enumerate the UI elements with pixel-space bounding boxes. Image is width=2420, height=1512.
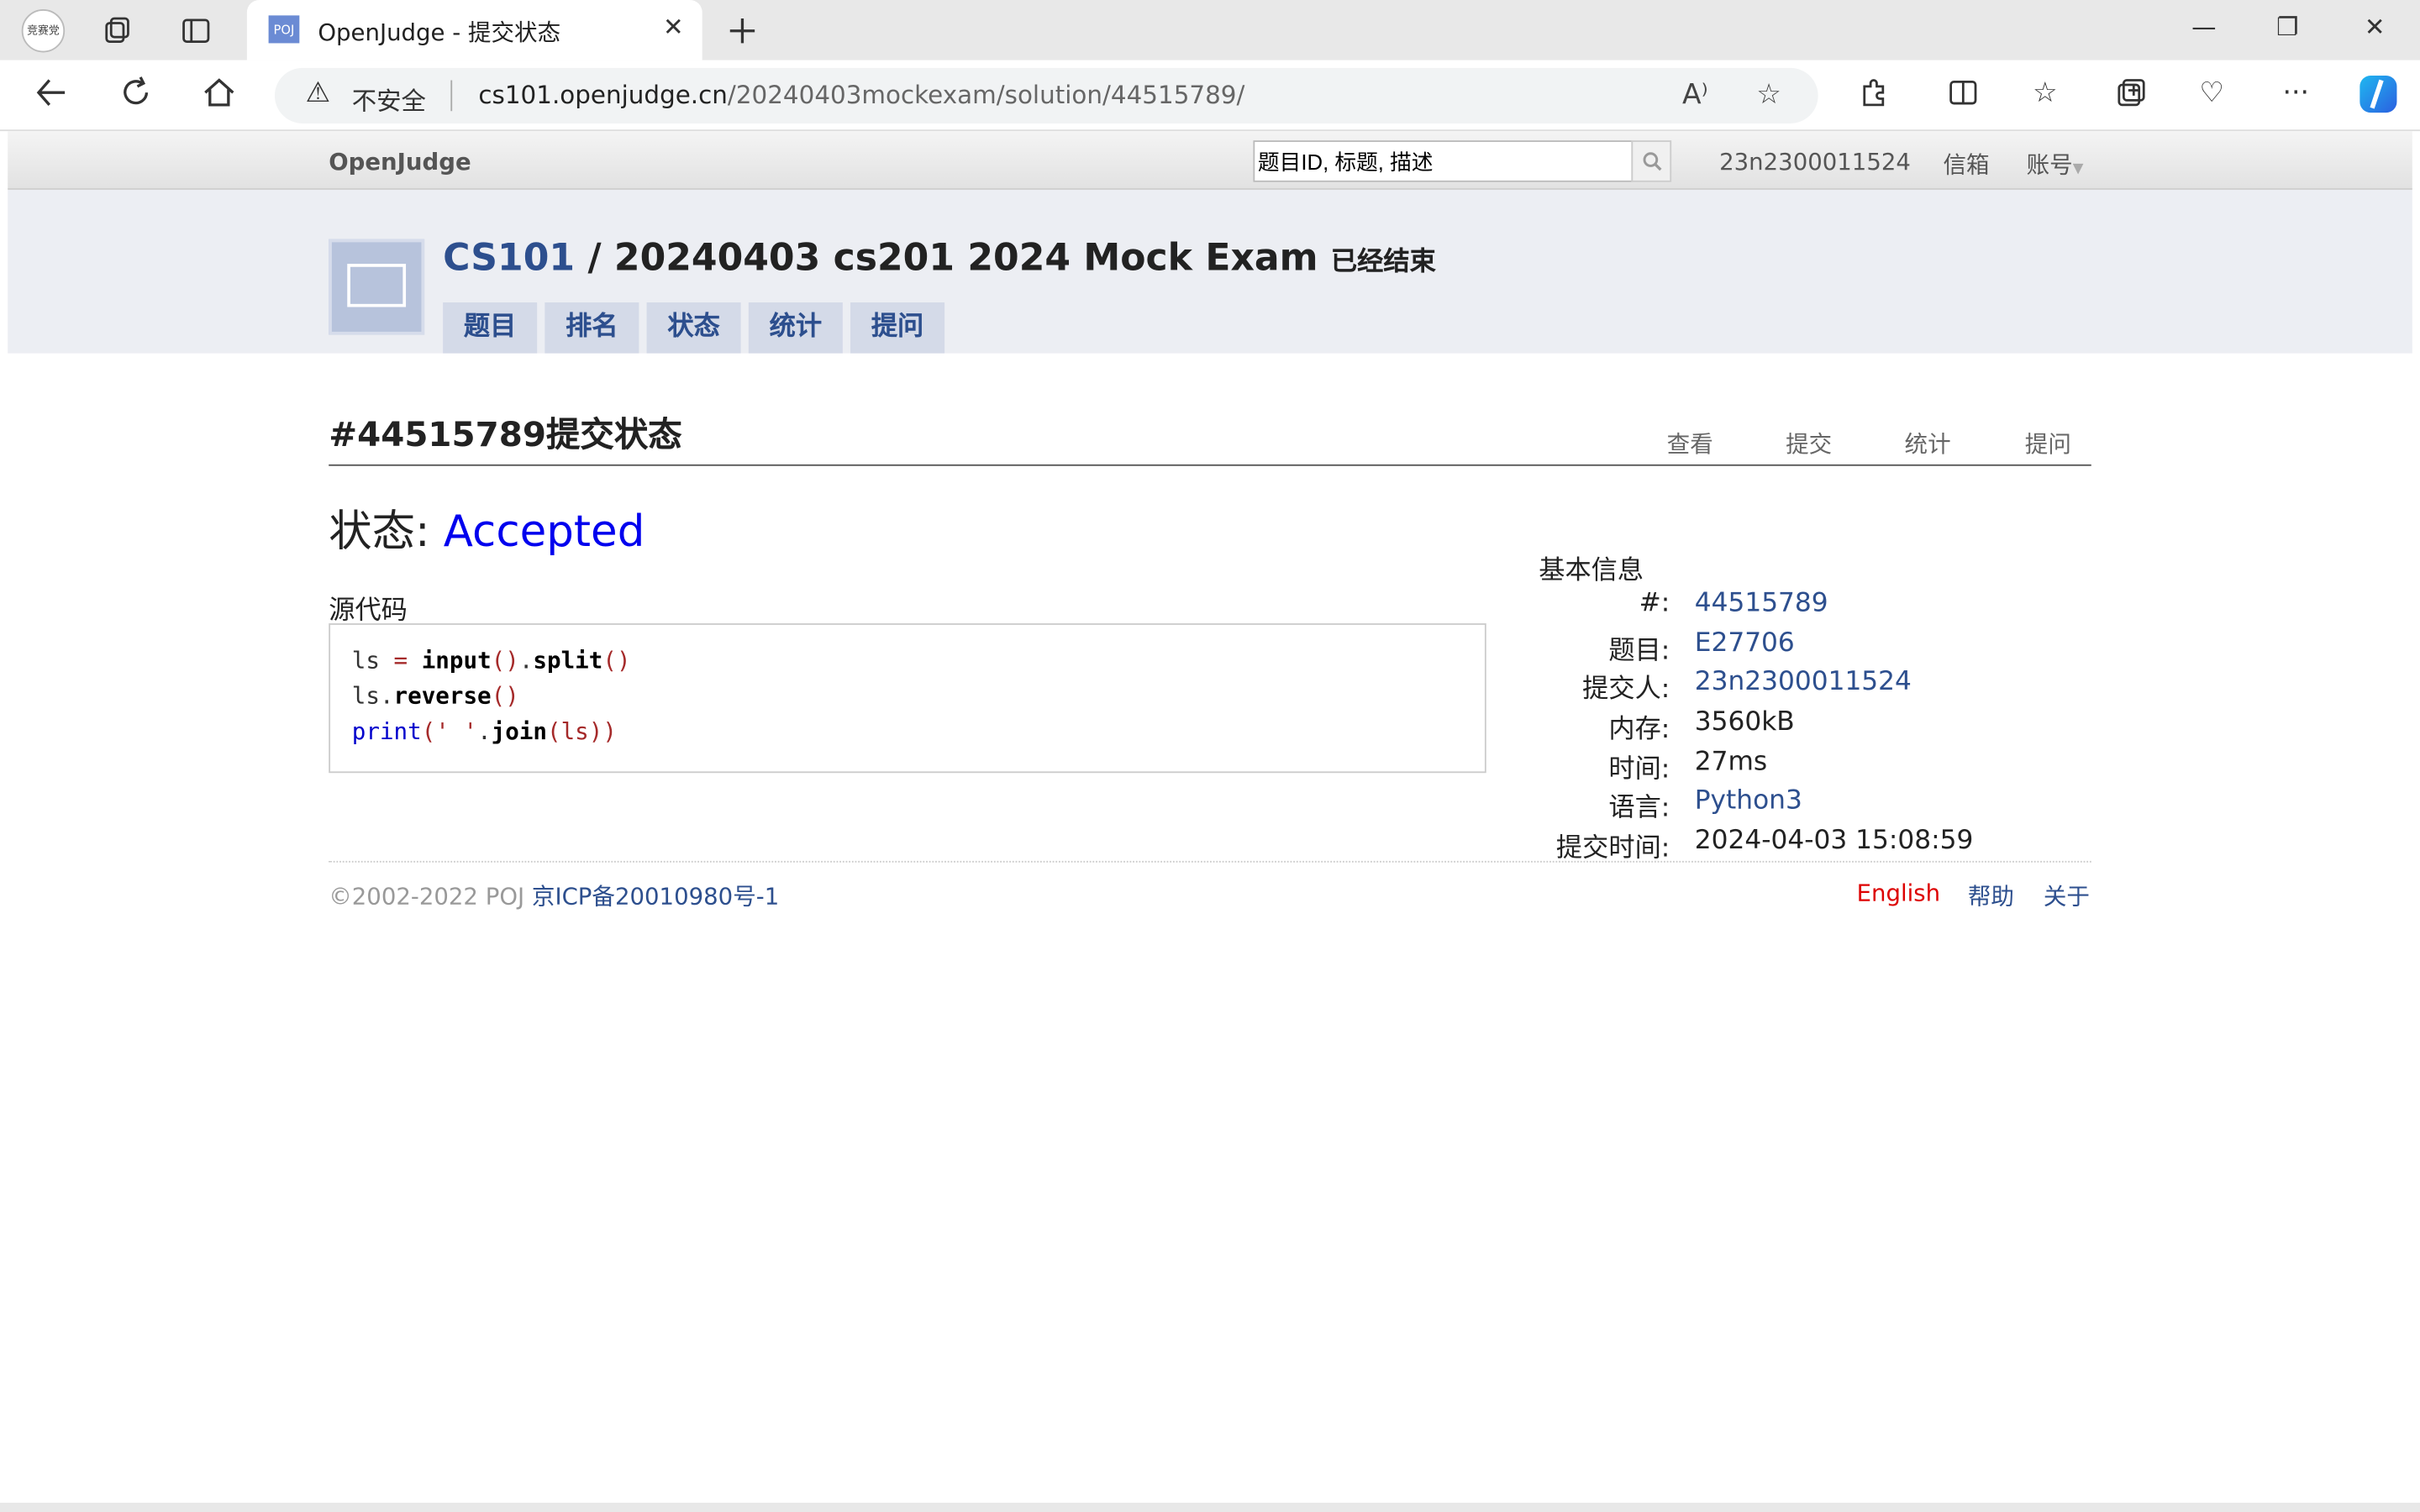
footer-copyright: ©2002-2022 POJ 京ICP备20010980号-1 — [329, 879, 779, 912]
restore-icon[interactable]: ❐ — [2276, 13, 2298, 42]
home-icon[interactable] — [203, 76, 236, 118]
source-code-label: 源代码 — [329, 595, 408, 627]
close-tab-icon[interactable]: ✕ — [663, 13, 684, 42]
tab-ranking[interactable]: 排名 — [544, 302, 639, 354]
copilot-icon[interactable] — [2355, 71, 2402, 124]
site-top-nav: OpenJudge 23n2300011524 信箱 账号▼ — [8, 131, 2412, 190]
status-line: 状态: Accepted — [329, 498, 644, 559]
collections-add-icon[interactable] — [2116, 77, 2147, 116]
statistics-link[interactable]: 统计 — [1905, 428, 1951, 460]
code-line-1: ls = input().split() — [351, 646, 631, 675]
info-label-submit-time: 提交时间: — [1555, 832, 1670, 864]
tab-title: OpenJudge - 提交状态 — [318, 18, 561, 47]
minimize-icon[interactable]: — — [2191, 13, 2216, 42]
code-line-3: print(' '.join(ls)) — [351, 717, 617, 746]
help-link[interactable]: 帮助 — [1968, 879, 2014, 912]
warning-icon[interactable]: ⚠ — [306, 77, 331, 110]
browser-essentials-icon[interactable]: ♡ — [2199, 77, 2224, 110]
divider — [450, 80, 453, 112]
browser-tab-bar: 竞赛党 POJ OpenJudge - 提交状态 ✕ — ❐ ✕ — [0, 0, 2420, 60]
new-tab-icon[interactable] — [723, 13, 760, 50]
poj-favicon-icon: POJ — [268, 15, 300, 44]
status-label: 状态: — [329, 506, 430, 558]
read-aloud-icon[interactable]: A⁾ — [1682, 79, 1708, 112]
split-screen-icon[interactable] — [1948, 77, 1979, 116]
not-secure-label[interactable]: 不安全 — [352, 81, 426, 118]
info-value-language[interactable]: Python3 — [1695, 785, 1802, 816]
about-link[interactable]: 关于 — [2044, 879, 2090, 912]
group-avatar-icon — [329, 239, 425, 335]
tab-actions-icon[interactable] — [177, 13, 214, 50]
info-value-submit-time: 2024-04-03 15:08:59 — [1694, 825, 1974, 857]
url-text[interactable]: cs101.openjudge.cn/20240403mockexam/solu… — [478, 81, 1244, 110]
favorite-star-icon[interactable]: ☆ — [1756, 79, 1781, 112]
contest-name: 20240403 cs201 2024 Mock Exam — [613, 236, 1318, 280]
url-path: /20240403mockexam/solution/44515789/ — [727, 80, 1245, 110]
title-separator: / — [587, 236, 602, 280]
info-label-language: 语言: — [1608, 793, 1670, 824]
info-value-id[interactable]: 44515789 — [1695, 588, 1828, 619]
caret-down-icon: ▼ — [2072, 161, 2084, 178]
site-brand[interactable]: OpenJudge — [329, 148, 471, 176]
title-divider — [329, 464, 2091, 466]
info-label-submitter: 提交人: — [1582, 674, 1670, 706]
refresh-icon[interactable] — [118, 76, 152, 118]
code-line-2: ls.reverse() — [351, 681, 519, 710]
source-code-block: ls = input().split() ls.reverse() print(… — [329, 623, 1486, 774]
close-window-icon[interactable]: ✕ — [2365, 13, 2386, 42]
info-label-id: #: — [1639, 587, 1670, 619]
contest-title: CS101 / 20240403 cs201 2024 Mock Exam 已经… — [443, 236, 1436, 279]
question-link[interactable]: 提问 — [2025, 428, 2071, 460]
icp-link[interactable]: 京ICP备20010980号-1 — [532, 883, 779, 911]
contest-state: 已经结束 — [1330, 246, 1436, 278]
info-value-problem[interactable]: E27706 — [1695, 628, 1795, 659]
username-link[interactable]: 23n2300011524 — [1719, 148, 1911, 176]
favorites-icon[interactable]: ☆ — [2033, 77, 2058, 110]
status-value: Accepted — [443, 506, 645, 558]
group-link[interactable]: CS101 — [443, 236, 575, 279]
tab-problems[interactable]: 题目 — [443, 302, 538, 354]
info-value-submitter[interactable]: 23n2300011524 — [1695, 666, 1912, 697]
account-menu[interactable]: 账号▼ — [2027, 148, 2084, 181]
page-title: #44515789提交状态 — [329, 416, 682, 455]
address-bar[interactable]: ⚠ 不安全 cs101.openjudge.cn/20240403mockexa… — [274, 67, 1818, 123]
browser-toolbar: ⚠ 不安全 cs101.openjudge.cn/20240403mockexa… — [0, 60, 2420, 132]
contest-header: CS101 / 20240403 cs201 2024 Mock Exam 已经… — [8, 189, 2412, 354]
back-icon[interactable] — [34, 76, 67, 118]
url-host: cs101.openjudge.cn — [478, 80, 728, 110]
info-label-time: 时间: — [1608, 754, 1670, 785]
active-tab[interactable]: POJ OpenJudge - 提交状态 ✕ — [246, 0, 702, 60]
copyright-text: ©2002-2022 POJ — [329, 882, 532, 911]
info-value-time: 27ms — [1694, 746, 1768, 778]
tab-status[interactable]: 状态 — [646, 302, 741, 354]
account-label: 账号 — [2026, 150, 2073, 180]
search-input[interactable] — [1253, 140, 1634, 182]
view-link[interactable]: 查看 — [1667, 428, 1713, 460]
info-title: 基本信息 — [1539, 555, 1644, 586]
collections-icon[interactable] — [99, 13, 136, 50]
more-options-icon[interactable]: ··· — [2283, 77, 2310, 110]
tab-questions[interactable]: 提问 — [850, 302, 945, 354]
window-bottom-edge — [0, 1502, 2420, 1512]
english-link[interactable]: English — [1857, 879, 1940, 907]
info-label-memory: 内存: — [1608, 714, 1670, 746]
tab-statistics[interactable]: 统计 — [748, 302, 843, 354]
search-icon[interactable] — [1631, 140, 1672, 182]
profile-avatar[interactable]: 竞赛党 — [21, 9, 66, 53]
info-value-memory: 3560kB — [1694, 706, 1795, 738]
info-label-problem: 题目: — [1608, 635, 1670, 667]
footer-divider — [329, 860, 2091, 863]
mailbox-link[interactable]: 信箱 — [1943, 148, 1989, 181]
extensions-icon[interactable] — [1858, 77, 1889, 116]
submit-link[interactable]: 提交 — [1786, 428, 1832, 460]
